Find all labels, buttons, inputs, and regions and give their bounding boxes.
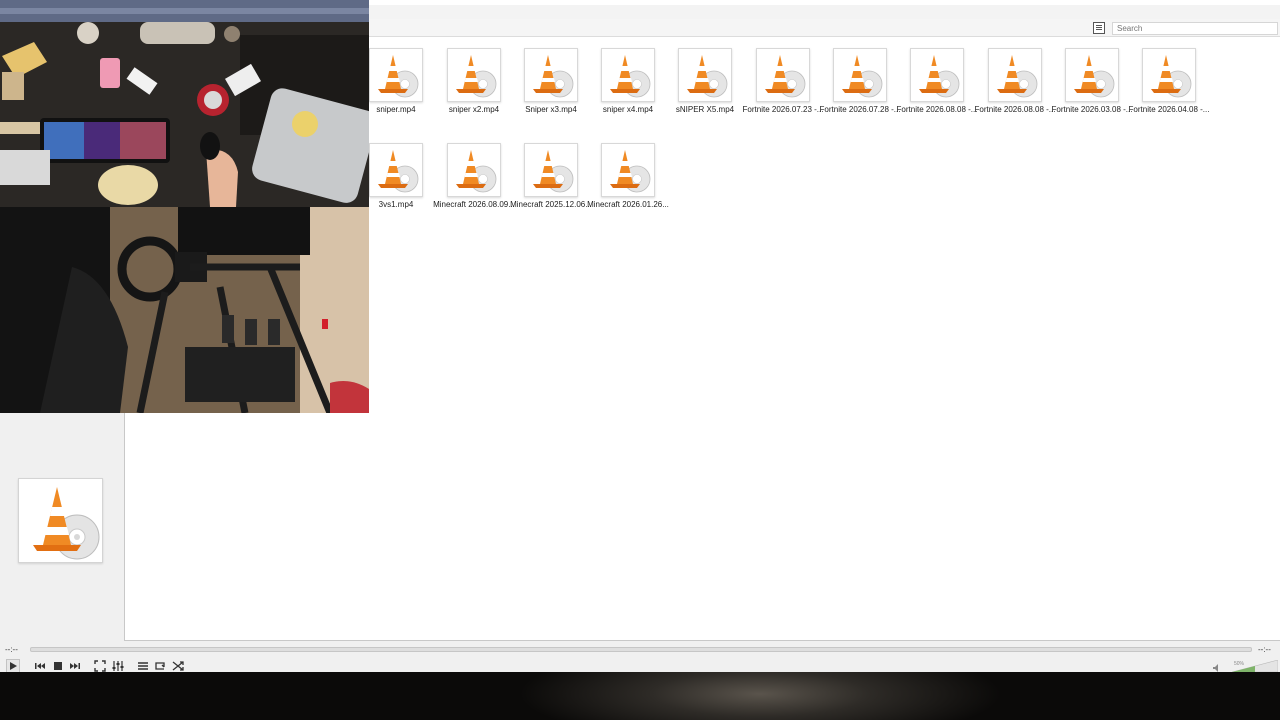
media-item-label: Fortnite 2026.08.08 -... [974,105,1056,114]
vlc-cone-icon [678,48,732,102]
vlc-window: sniper.mp4 sniper x2.mp4 Sniper x3.mp4 s… [0,0,1280,720]
playlist-icon[interactable] [136,659,150,673]
media-item-label: Minecraft 2026.08.09... [433,200,515,209]
media-item[interactable]: sniper x2.mp4 [435,48,513,138]
vlc-cone-glyph [610,55,651,98]
vlc-cone-glyph [997,55,1038,98]
media-item-label: Minecraft 2025.12.06... [510,200,592,209]
elapsed-time: --:-- [5,645,18,654]
volume-percent: 50% [1234,661,1245,667]
media-item-label: sNIPER X5.mp4 [675,105,735,114]
vlc-cone-icon [756,48,810,102]
media-item[interactable]: Minecraft 2026.01.26... [587,143,669,233]
media-item[interactable]: sNIPER X5.mp4 [666,48,744,138]
search-input[interactable] [1112,22,1278,35]
vlc-cone-icon [988,48,1042,102]
media-item-label: Sniper x3.mp4 [525,105,577,114]
vlc-cone-glyph [533,55,574,98]
vlc-cone-icon [33,487,100,560]
media-item[interactable]: Minecraft 2025.12.06... [510,143,592,233]
vlc-cone-icon [1142,48,1196,102]
media-item[interactable]: Fortnite 2026.07.28 -... [819,48,901,138]
vlc-cone-icon [833,48,887,102]
media-item-label: sniper x4.mp4 [602,105,654,114]
vlc-cone-glyph [1074,55,1115,98]
album-art [18,478,103,563]
media-item[interactable]: sniper x4.mp4 [589,48,667,138]
media-item[interactable]: Fortnite 2026.07.23 -... [742,48,824,138]
media-item[interactable]: Fortnite 2026.04.08 -... [1128,48,1210,138]
vlc-cone-glyph [765,55,806,98]
media-item[interactable]: Minecraft 2026.08.09... [433,143,515,233]
webcam-desk-view [0,0,369,207]
webcam-desk-image [0,0,369,207]
loop-icon[interactable] [153,659,167,673]
media-item[interactable]: Fortnite 2026.08.08 -... [974,48,1056,138]
playback-controls [0,641,1280,672]
play-icon[interactable] [6,659,20,673]
webcam-rig-view [0,207,369,413]
previous-icon[interactable] [33,659,47,673]
vlc-cone-glyph [610,150,651,193]
media-item-label: Fortnite 2026.07.28 -... [819,105,901,114]
shuffle-icon[interactable] [171,659,185,673]
vlc-cone-glyph [456,55,497,98]
extended-settings-icon[interactable] [111,659,125,673]
media-item-label: Fortnite 2026.07.23 -... [742,105,824,114]
vlc-cone-icon [524,48,578,102]
webcam-rig-image [0,207,369,413]
view-mode-icon[interactable] [1093,22,1105,34]
media-item[interactable]: Fortnite 2026.08.08 -... [896,48,978,138]
vlc-cone-glyph [378,55,419,98]
vlc-cone-glyph [842,55,883,98]
vlc-cone-glyph [1151,55,1192,98]
media-item[interactable]: Sniper x3.mp4 [512,48,590,138]
vlc-cone-icon [447,48,501,102]
vlc-cone-glyph [456,150,497,193]
stop-icon[interactable] [51,659,65,673]
media-item-label: Fortnite 2026.04.08 -... [1128,105,1210,114]
vlc-cone-icon [369,143,423,197]
vlc-cone-glyph [378,150,419,193]
vlc-cone-glyph [687,55,728,98]
vlc-cone-icon [447,143,501,197]
media-item-label: Fortnite 2026.03.08 -... [1051,105,1133,114]
media-item-label: sniper x2.mp4 [448,105,500,114]
next-icon[interactable] [68,659,82,673]
media-item[interactable]: Fortnite 2026.03.08 -... [1051,48,1133,138]
vlc-cone-icon [1065,48,1119,102]
vlc-cone-glyph [919,55,960,98]
seek-slider[interactable] [30,647,1252,652]
background-desktop [0,672,1280,720]
fullscreen-icon[interactable] [93,659,107,673]
media-item-label: Minecraft 2026.01.26... [587,200,669,209]
vlc-cone-icon [910,48,964,102]
vlc-cone-icon [601,143,655,197]
vlc-cone-icon [601,48,655,102]
vlc-cone-icon [369,48,423,102]
media-item-label: Fortnite 2026.08.08 -... [896,105,978,114]
vlc-cone-glyph [533,150,574,193]
vlc-cone-icon [524,143,578,197]
remaining-time: --:-- [1258,645,1271,654]
